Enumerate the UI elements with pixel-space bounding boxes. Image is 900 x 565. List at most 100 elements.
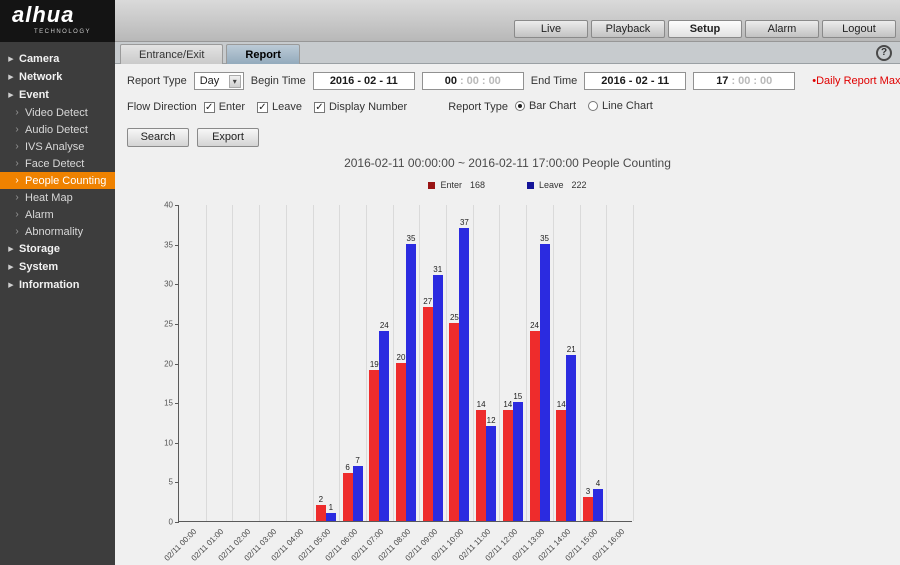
sidebar-item-face-detect[interactable]: ›Face Detect bbox=[0, 155, 115, 172]
gridline bbox=[313, 205, 314, 521]
y-axis-tick-label: 40 bbox=[147, 201, 173, 210]
gridline bbox=[286, 205, 287, 521]
sidebar-item-video-detect[interactable]: ›Video Detect bbox=[0, 104, 115, 121]
nav-playback-button[interactable]: Playback bbox=[591, 20, 665, 38]
filter-row-time: Report Type Day ▾ Begin Time 2016 - 02 -… bbox=[127, 72, 900, 90]
sidebar-item-people-counting[interactable]: ›People Counting bbox=[0, 172, 115, 189]
nav-alarm-button[interactable]: Alarm bbox=[745, 20, 819, 38]
radio-line-chart[interactable]: Line Chart bbox=[588, 100, 653, 112]
tab-entrance-exit[interactable]: Entrance/Exit bbox=[120, 44, 223, 64]
y-axis-tick-label: 10 bbox=[147, 438, 173, 447]
action-buttons: Search Export bbox=[127, 128, 259, 147]
bar-leave-02-11-12-00 bbox=[513, 402, 523, 521]
sidebar-item-label: System bbox=[19, 261, 58, 273]
filter-row-options: Flow Direction ✓Enter✓Leave✓Display Numb… bbox=[127, 100, 665, 114]
y-axis-tick-label: 30 bbox=[147, 280, 173, 289]
time-separator: : bbox=[753, 75, 757, 87]
sidebar-item-storage[interactable]: ▶Storage bbox=[0, 240, 115, 258]
checkbox-label: Leave bbox=[272, 101, 302, 113]
sidebar-item-ivs-analyse[interactable]: ›IVS Analyse bbox=[0, 138, 115, 155]
bar-leave-02-11-07-00 bbox=[379, 331, 389, 521]
sidebar-item-system[interactable]: ▶System bbox=[0, 258, 115, 276]
begin-date-input[interactable]: 2016 - 02 - 11 bbox=[313, 72, 415, 90]
export-button[interactable]: Export bbox=[197, 128, 259, 147]
max-range-note: •Daily Report Max Range Is 24 Hours bbox=[812, 75, 900, 87]
nav-setup-button[interactable]: Setup bbox=[668, 20, 742, 38]
checkbox-icon: ✓ bbox=[314, 102, 325, 113]
end-second-field: 00 bbox=[760, 75, 772, 87]
checkbox-leave[interactable]: ✓Leave bbox=[257, 101, 302, 113]
tab-bar: Entrance/ExitReport bbox=[115, 42, 900, 64]
gridline bbox=[232, 205, 233, 521]
gridline bbox=[580, 205, 581, 521]
radio-bar-chart[interactable]: Bar Chart bbox=[515, 100, 576, 112]
nav-logout-button[interactable]: Logout bbox=[822, 20, 896, 38]
y-axis-tick bbox=[175, 482, 179, 483]
y-axis-tick bbox=[175, 522, 179, 523]
bar-leave-02-11-08-00 bbox=[406, 244, 416, 521]
begin-time-input[interactable]: 00 : 00 : 00 bbox=[422, 72, 524, 90]
bar-enter-02-11-06-00 bbox=[343, 473, 353, 521]
main-content: Entrance/ExitReport ? Report Type Day ▾ … bbox=[115, 42, 900, 565]
sidebar-item-alarm[interactable]: ›Alarm bbox=[0, 206, 115, 223]
sidebar-item-label: Abnormality bbox=[25, 226, 83, 238]
sidebar-item-label: Video Detect bbox=[25, 107, 88, 119]
checkbox-enter[interactable]: ✓ Enter bbox=[204, 101, 245, 113]
search-button[interactable]: Search bbox=[127, 128, 189, 147]
sidebar-item-network[interactable]: ▶Network bbox=[0, 68, 115, 86]
sidebar-item-label: Information bbox=[19, 279, 80, 291]
nav-live-button[interactable]: Live bbox=[514, 20, 588, 38]
radio-icon bbox=[588, 101, 598, 111]
sidebar-item-label: Event bbox=[19, 89, 49, 101]
sidebar-item-audio-detect[interactable]: ›Audio Detect bbox=[0, 121, 115, 138]
y-axis-tick-label: 5 bbox=[147, 478, 173, 487]
checkbox-icon: ✓ bbox=[204, 102, 215, 113]
gridline bbox=[499, 205, 500, 521]
logo-text: alhua bbox=[12, 2, 74, 28]
bar-value-label: 4 bbox=[588, 479, 608, 488]
legend-swatch bbox=[428, 182, 435, 189]
bar-enter-02-11-11-00 bbox=[476, 410, 486, 521]
flow-direction-options: ✓Enter✓Leave✓Display Number bbox=[204, 101, 420, 114]
submenu-bullet-icon: › bbox=[13, 193, 21, 203]
time-separator: : bbox=[460, 75, 464, 87]
bar-enter-02-11-14-00 bbox=[556, 410, 566, 521]
sidebar-item-camera[interactable]: ▶Camera bbox=[0, 50, 115, 68]
bar-enter-02-11-10-00 bbox=[449, 323, 459, 521]
end-minute-field: 00 bbox=[738, 75, 750, 87]
menu-arrow-icon: ▶ bbox=[7, 55, 15, 63]
bar-enter-02-11-09-00 bbox=[423, 307, 433, 521]
bar-value-label: 21 bbox=[561, 345, 581, 354]
sidebar-item-label: Heat Map bbox=[25, 192, 73, 204]
sidebar-item-heat-map[interactable]: › Heat Map bbox=[0, 189, 115, 206]
sidebar-item-information[interactable]: ▶Information bbox=[0, 276, 115, 294]
end-date-input[interactable]: 2016 - 02 - 11 bbox=[584, 72, 686, 90]
tab-report[interactable]: Report bbox=[226, 44, 299, 64]
bar-enter-02-11-12-00 bbox=[503, 410, 513, 521]
legend-item-leave: Leave222 bbox=[527, 180, 587, 190]
checkbox-display-number[interactable]: ✓Display Number bbox=[314, 101, 407, 113]
sidebar: ▶Camera▶Network▶Event›Video Detect›Audio… bbox=[0, 42, 115, 565]
begin-hour-field: 00 bbox=[445, 75, 457, 87]
end-time-label: End Time bbox=[531, 75, 577, 87]
menu-arrow-icon: ▶ bbox=[7, 91, 15, 99]
checkbox-label: Enter bbox=[219, 101, 245, 113]
submenu-bullet-icon: › bbox=[13, 142, 21, 152]
bar-leave-02-11-15-00 bbox=[593, 489, 603, 521]
bar-leave-02-11-11-00 bbox=[486, 426, 496, 521]
bar-leave-02-11-13-00 bbox=[540, 244, 550, 521]
y-axis-tick bbox=[175, 245, 179, 246]
radio-icon bbox=[515, 101, 525, 111]
sidebar-item-abnormality[interactable]: ›Abnormality bbox=[0, 223, 115, 240]
bar-value-label: 37 bbox=[454, 218, 474, 227]
bar-enter-02-11-07-00 bbox=[369, 370, 379, 521]
sidebar-item-event[interactable]: ▶ Event bbox=[0, 86, 115, 104]
report-type-select[interactable]: Day ▾ bbox=[194, 72, 244, 90]
end-time-input[interactable]: 17 : 00 : 00 bbox=[693, 72, 795, 90]
chart-title: 2016-02-11 00:00:00 ~ 2016-02-11 17:00:0… bbox=[115, 156, 900, 170]
report-type-value: Day bbox=[200, 75, 220, 87]
bar-value-label: 24 bbox=[374, 321, 394, 330]
gridline bbox=[553, 205, 554, 521]
end-hour-field: 17 bbox=[716, 75, 728, 87]
help-icon[interactable]: ? bbox=[876, 45, 892, 61]
